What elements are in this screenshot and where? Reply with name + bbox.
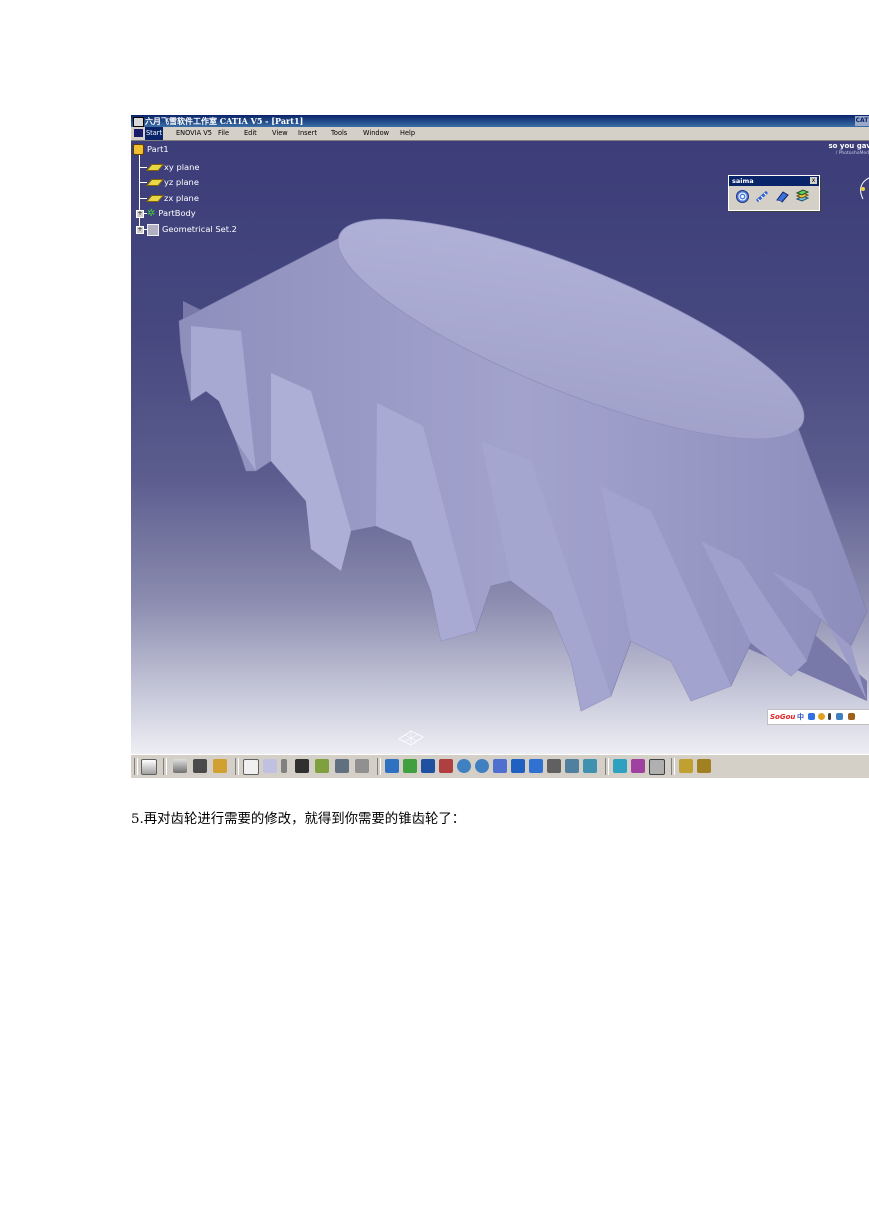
analysis-icon[interactable] (679, 759, 693, 773)
handle-icon[interactable] (281, 759, 287, 773)
menu-start[interactable]: Start (145, 127, 164, 140)
draft-analysis-icon[interactable] (697, 759, 711, 773)
menu-bar: Start ENOVIA V5 File Edit View Insert To… (131, 127, 869, 141)
settings-icon[interactable] (848, 713, 855, 720)
sogou-logo: SoGou (770, 713, 796, 721)
catia-screenshot: 六月飞雪软件工作室 CATIA V5 - [Part1] CAT Start E… (131, 115, 869, 778)
zoom-out-icon[interactable] (475, 759, 489, 773)
saima-toolbar: saima x (728, 175, 820, 211)
formula-icon[interactable] (243, 759, 259, 775)
geometrical-set-icon (147, 223, 159, 236)
tree-item-label: Geometrical Set.2 (162, 224, 237, 234)
punctuation-icon[interactable] (818, 713, 825, 720)
menu-edit[interactable]: Edit (243, 127, 258, 140)
material-icon[interactable] (613, 759, 627, 773)
ime-mode-toggle[interactable]: 中 (797, 710, 804, 724)
render-style-icon[interactable] (547, 759, 561, 773)
plane-icon (146, 195, 164, 202)
swap-space-icon[interactable] (583, 759, 597, 773)
normal-view-icon[interactable] (493, 759, 507, 773)
table-icon[interactable] (295, 759, 309, 773)
menu-enovia[interactable]: ENOVIA V5 (175, 127, 213, 140)
specification-tree: Part1 xy plane yz plane zx plane + ✲ Part… (131, 141, 331, 241)
tree-item-yz-plane[interactable]: yz plane (146, 175, 199, 189)
tree-item-label: PartBody (158, 208, 196, 218)
tree-item-zx-plane[interactable]: zx plane (146, 191, 199, 205)
title-bar: 六月飞雪软件工作室 CATIA V5 - [Part1] CAT (131, 115, 869, 127)
moon-icon[interactable] (808, 713, 815, 720)
3d-viewport[interactable]: Part1 xy plane yz plane zx plane + ✲ Part… (131, 141, 869, 754)
tree-root-label: Part1 (147, 144, 169, 154)
bottom-toolbar (131, 754, 869, 778)
comment-icon[interactable] (263, 759, 277, 773)
inertia-icon[interactable] (193, 759, 207, 773)
partbody-icon: ✲ (147, 207, 156, 219)
ime-toolbar: SoGou 中 (767, 709, 869, 725)
filter-icon[interactable] (355, 759, 369, 773)
overlay-top-right-text: so you gav (828, 142, 869, 150)
tree-item-label: xy plane (164, 162, 200, 172)
menu-help[interactable]: Help (399, 127, 416, 140)
window-corner-tag: CAT (855, 116, 869, 126)
hide-show-icon[interactable] (565, 759, 579, 773)
saima-toolbar-title: saima (729, 176, 819, 186)
close-icon[interactable]: x (810, 177, 817, 184)
expand-partbody-toggle[interactable]: + (136, 210, 144, 218)
menu-tools[interactable]: Tools (330, 127, 348, 140)
catia-app-icon (133, 117, 144, 127)
fit-all-icon[interactable] (403, 759, 417, 773)
axis-triad-icon (398, 730, 424, 746)
overlay-top-right-sub: / PhotoshoMed (835, 151, 869, 156)
menu-file[interactable]: File (217, 127, 230, 140)
zoom-in-icon[interactable] (457, 759, 471, 773)
print-icon[interactable] (141, 759, 157, 775)
iso-view-icon[interactable] (529, 759, 543, 773)
menu-insert[interactable]: Insert (297, 127, 318, 140)
multi-view-icon[interactable] (511, 759, 525, 773)
part-icon (133, 144, 144, 155)
menu-view[interactable]: View (271, 127, 289, 140)
separator-icon (828, 713, 831, 720)
tree-item-label: zx plane (164, 193, 199, 203)
tree-item-partbody[interactable]: ✲ PartBody (147, 206, 196, 220)
spiral-gear-icon[interactable] (735, 189, 750, 204)
plane-icon (146, 179, 164, 186)
tree-item-geometrical-set[interactable]: Geometrical Set.2 (147, 222, 237, 236)
reaction-icon[interactable] (335, 759, 349, 773)
menu-window[interactable]: Window (362, 127, 390, 140)
tree-item-xy-plane[interactable]: xy plane (146, 160, 200, 174)
compass-icon[interactable] (855, 175, 869, 201)
snapshot-icon[interactable] (649, 759, 665, 775)
rotate-icon[interactable] (439, 759, 453, 773)
caption-text: 5.再对齿轮进行需要的修改，就得到你需要的锥齿轮了： (131, 812, 466, 827)
tree-item-label: yz plane (164, 177, 199, 187)
start-icon (134, 129, 143, 137)
knowledge-icon[interactable] (315, 759, 329, 773)
pan-icon[interactable] (421, 759, 435, 773)
cone-icon[interactable] (775, 189, 790, 204)
stack-icon[interactable] (795, 189, 810, 204)
expand-geoset-toggle[interactable]: + (136, 226, 144, 234)
measure-icon[interactable] (173, 759, 187, 773)
window-title: 六月飞雪软件工作室 CATIA V5 - [Part1] (145, 116, 304, 126)
bottle-icon[interactable] (213, 759, 227, 773)
tree-root-part1[interactable]: Part1 (133, 142, 169, 156)
keyboard-icon[interactable] (836, 713, 843, 720)
helix-icon[interactable] (755, 189, 770, 204)
sketch-icon[interactable] (631, 759, 645, 773)
plane-icon (146, 164, 164, 171)
fly-mode-icon[interactable] (385, 759, 399, 773)
